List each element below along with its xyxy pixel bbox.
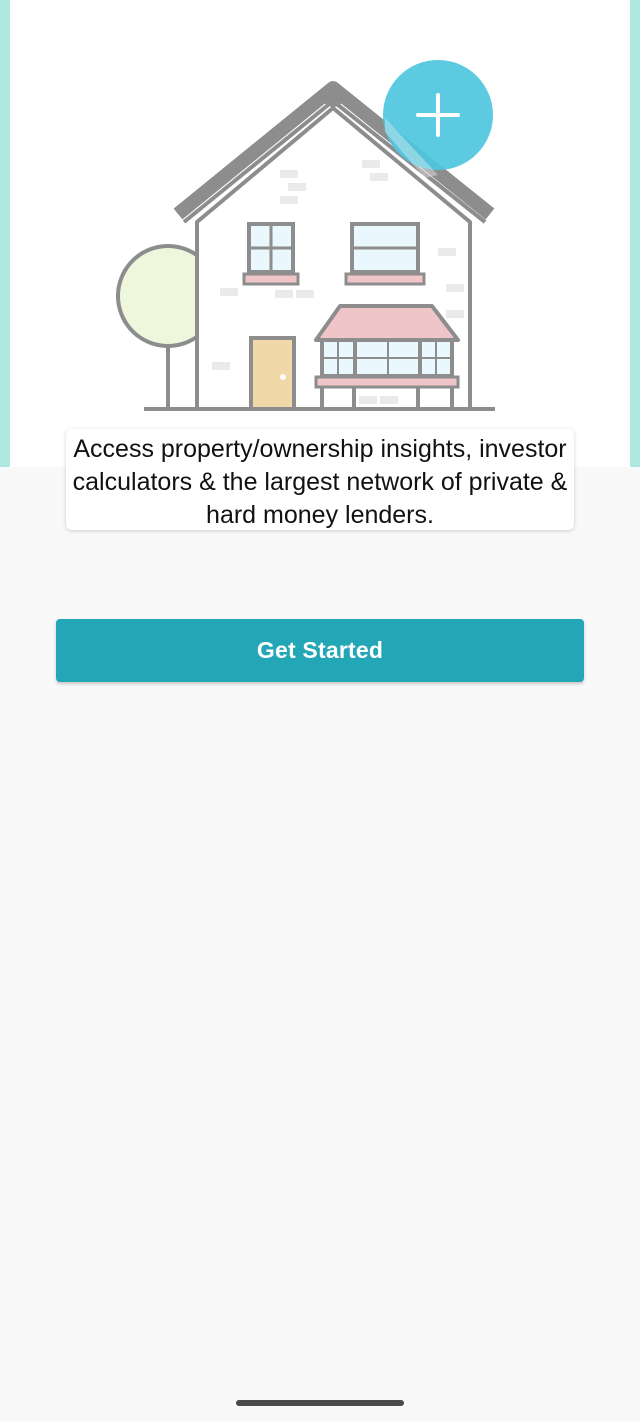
hero-panel [0, 0, 640, 467]
home-indicator[interactable] [236, 1400, 404, 1406]
house-with-plus-icon [116, 60, 495, 411]
get-started-button[interactable]: Get Started [56, 619, 584, 682]
onboarding-screen: Access property/ownership insights, inve… [0, 0, 640, 1422]
onboarding-tagline: Access property/ownership insights, inve… [66, 429, 574, 530]
